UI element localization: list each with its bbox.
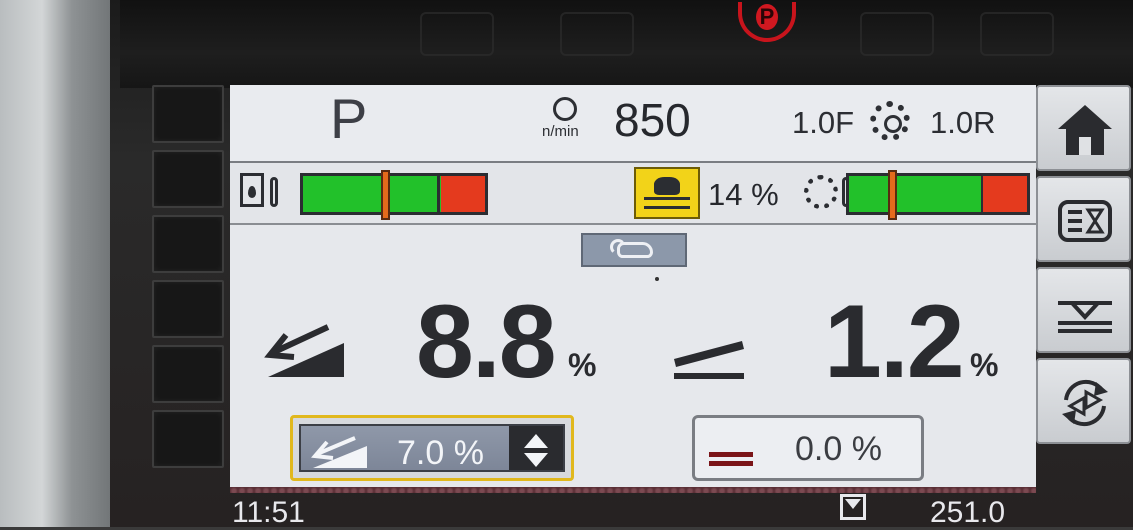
longitudinal-slope-unit: % (568, 347, 597, 383)
menu-list-icon (1058, 200, 1112, 242)
hydraulic-tank-temp-icon (240, 173, 264, 207)
left-softkeys (152, 85, 230, 475)
cross-slope-icon (674, 341, 744, 379)
slope-setpoint-icon (311, 436, 367, 468)
display-screen: P n/min 850 1.0F 1.0R 14 % 8.8 % 1.2 % 7… (230, 85, 1036, 493)
screed-button[interactable] (1036, 267, 1131, 353)
bezel-indicator-icon (560, 12, 634, 56)
cycle-icon (1062, 379, 1108, 427)
bezel-indicator-icon (980, 12, 1054, 56)
cycle-button[interactable] (1036, 358, 1131, 444)
slope-setpoint-control[interactable]: 7.0 % (290, 415, 574, 481)
right-softkeys (1036, 85, 1133, 449)
longitudinal-slope-icon (264, 324, 344, 377)
left-softkey-4[interactable] (152, 280, 224, 338)
engine-bulb (553, 97, 577, 121)
cursor-dot (655, 277, 659, 281)
cross-setpoint-control[interactable]: 0.0 % (692, 415, 924, 481)
reverse-ratio: 1.0R (930, 105, 996, 140)
left-softkey-2[interactable] (152, 150, 224, 208)
manual-mode-indicator[interactable] (581, 233, 687, 267)
home-button[interactable] (1036, 85, 1131, 171)
hourglass-icon (840, 494, 866, 520)
manual-mode-hand-icon (610, 239, 653, 258)
water-spray-icon (634, 167, 700, 219)
hydraulic-temp-needle (381, 170, 390, 220)
slope-setpoint-field[interactable]: 7.0 % (299, 424, 565, 472)
menu-list-button[interactable] (1036, 176, 1131, 262)
left-softkey-6[interactable] (152, 410, 224, 468)
operating-hours: 251.0 (930, 496, 1006, 529)
gear-oil-temp-needle (888, 170, 897, 220)
engine-icon: n/min (542, 97, 582, 140)
header-row: P n/min 850 1.0F 1.0R (230, 85, 1036, 163)
hydraulic-temp-bar (300, 170, 488, 220)
transmission-icon (870, 101, 910, 141)
bezel-indicator-icon (860, 12, 934, 56)
left-softkey-3[interactable] (152, 215, 224, 273)
engine-speed-unit: n/min (542, 123, 579, 140)
bezel-top (120, 0, 1133, 88)
gear-indicator: P (330, 87, 368, 150)
cross-setpoint-icon (709, 452, 753, 466)
clock: 11:51 (232, 496, 305, 529)
bar-red-zone (441, 176, 485, 212)
longitudinal-slope-value: 8.8 (416, 284, 557, 400)
up-down-arrows-icon[interactable] (509, 426, 563, 470)
engine-speed: 850 (614, 94, 691, 146)
slope-setpoint-value: 7.0 % (397, 434, 484, 472)
screed-icon (1058, 301, 1112, 333)
cross-slope-value: 1.2 (824, 284, 965, 400)
gear-oil-temp-icon (804, 175, 838, 209)
water-spray-percent: 14 % (708, 177, 779, 212)
cross-setpoint-value: 0.0 % (795, 430, 882, 468)
device-frame (0, 0, 120, 527)
cross-slope-unit: % (970, 347, 999, 383)
forward-ratio: 1.0F (792, 105, 855, 140)
status-bar (230, 487, 1036, 493)
bezel-indicator-icon (420, 12, 494, 56)
thermometer-icon (270, 177, 278, 207)
gauge-row: 14 % (230, 163, 1036, 225)
left-softkey-1[interactable] (152, 85, 224, 143)
bar-red-zone (983, 176, 1027, 212)
gear-oil-temp-bar (846, 170, 1030, 220)
bar-separator (437, 176, 440, 212)
left-softkey-5[interactable] (152, 345, 224, 403)
parking-brake-icon: P (756, 4, 778, 30)
home-icon (1058, 105, 1112, 155)
